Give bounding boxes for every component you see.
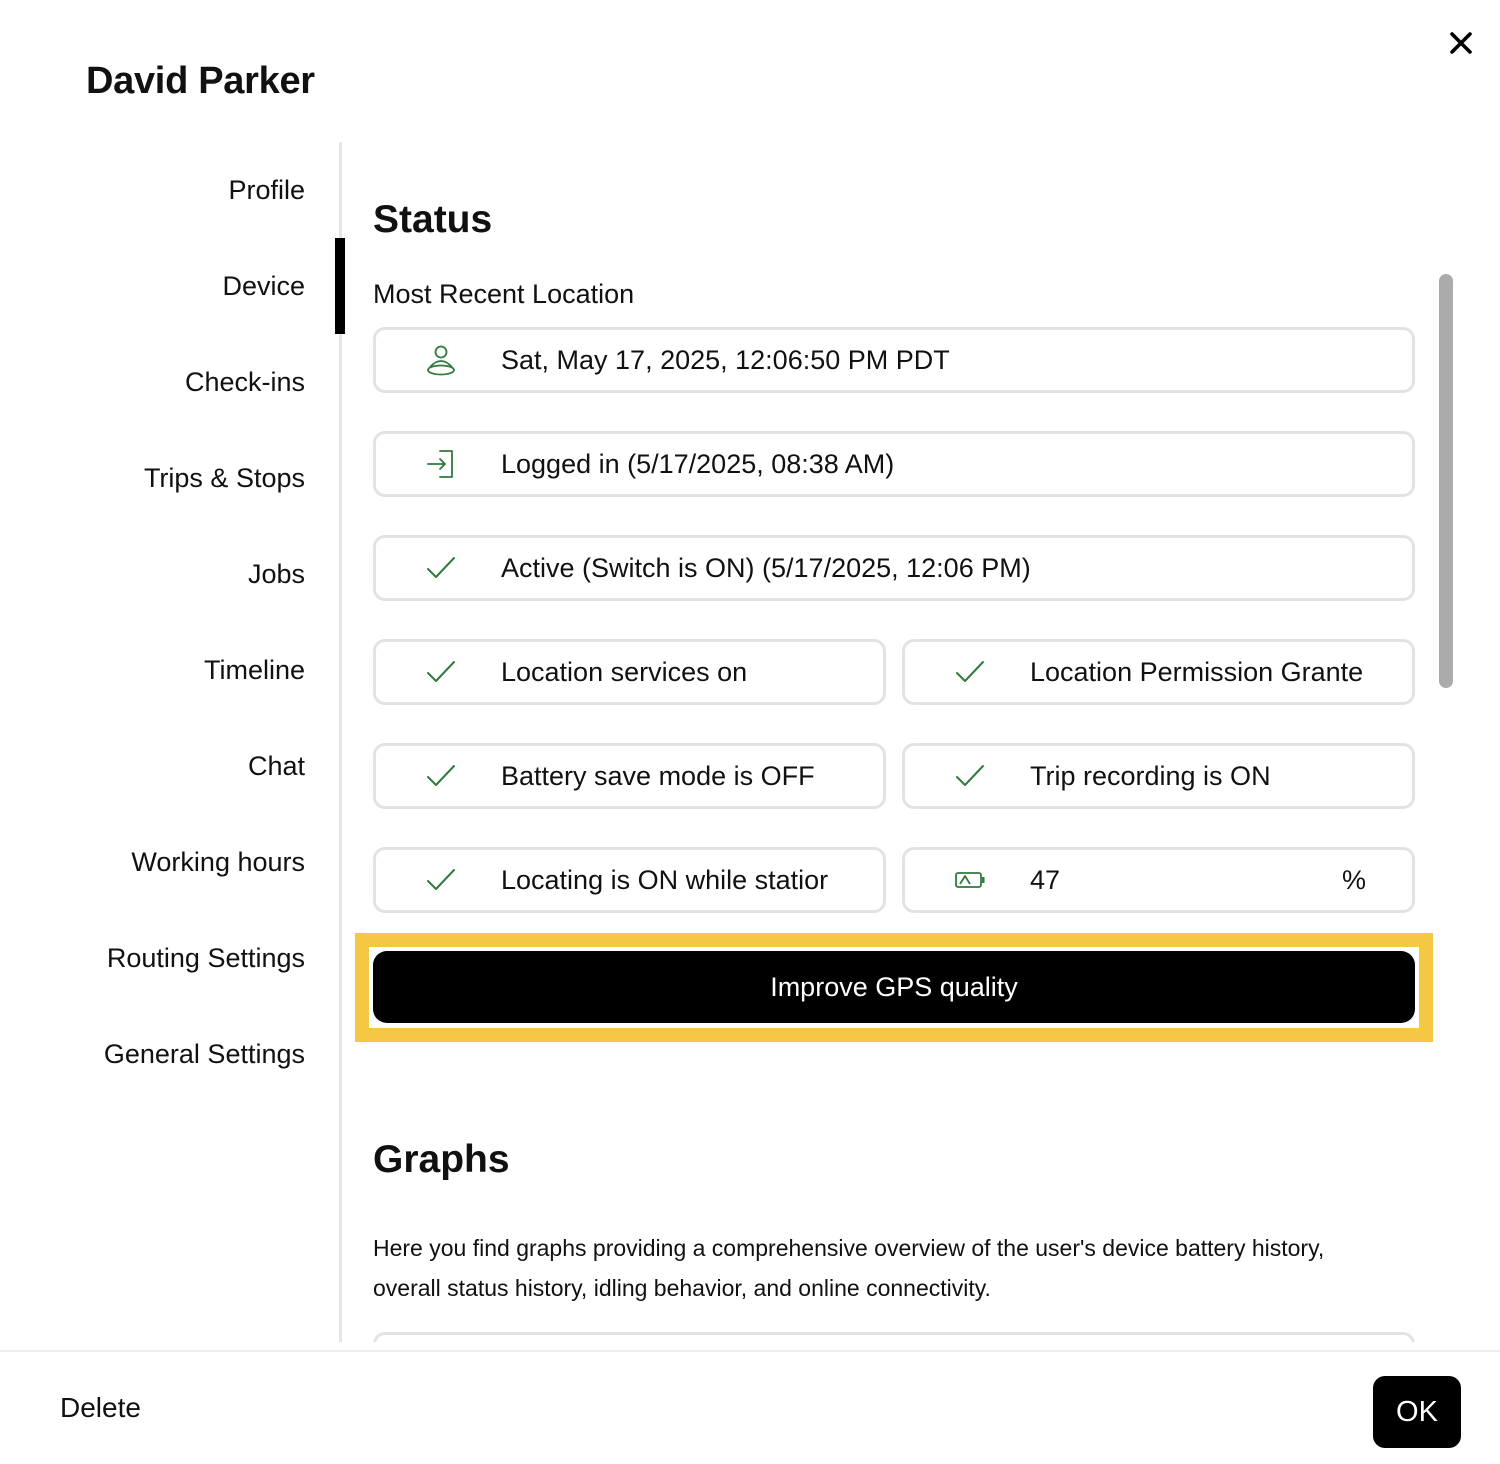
graphs-description: Here you find graphs providing a compreh… bbox=[373, 1235, 1325, 1301]
ok-button[interactable]: OK bbox=[1373, 1376, 1461, 1448]
active-status-card: Active (Switch is ON) (5/17/2025, 12:06 … bbox=[373, 535, 1415, 601]
locating-stationary-text: Locating is ON while statior bbox=[501, 864, 829, 895]
battery-level-card: 47 % bbox=[902, 847, 1415, 913]
location-permission-card: Location Permission Grante bbox=[902, 639, 1415, 705]
check-icon bbox=[424, 759, 458, 793]
battery-level-value: 47 bbox=[1030, 864, 1061, 895]
check-icon bbox=[424, 863, 458, 897]
most-recent-location-label: Most Recent Location bbox=[373, 279, 635, 309]
login-icon bbox=[424, 447, 458, 481]
scrollbar[interactable] bbox=[1436, 272, 1456, 692]
last-location-card: Sat, May 17, 2025, 12:06:50 PM PDT bbox=[373, 327, 1415, 393]
last-location-text: Sat, May 17, 2025, 12:06:50 PM PDT bbox=[501, 344, 950, 375]
sidebar-item-timeline[interactable]: Timeline bbox=[5, 622, 305, 718]
logged-in-text: Logged in (5/17/2025, 08:38 AM) bbox=[501, 448, 895, 479]
device-panel: Status Most Recent Location Sat, May 17,… bbox=[373, 142, 1415, 1342]
location-permission-text: Location Permission Grante bbox=[1030, 656, 1364, 687]
check-icon bbox=[424, 655, 458, 689]
battery-save-text: Battery save mode is OFF bbox=[501, 760, 815, 791]
locating-stationary-card: Locating is ON while statior bbox=[373, 847, 886, 913]
location-services-card: Location services on bbox=[373, 639, 886, 705]
trip-recording-card: Trip recording is ON bbox=[902, 743, 1415, 809]
sidebar-item-device[interactable]: Device bbox=[5, 238, 345, 334]
person-location-icon bbox=[424, 343, 458, 377]
active-status-text: Active (Switch is ON) (5/17/2025, 12:06 … bbox=[501, 552, 1031, 583]
sidebar-item-general-settings[interactable]: General Settings bbox=[5, 1006, 305, 1102]
sidebar-item-trips-stops[interactable]: Trips & Stops bbox=[5, 430, 305, 526]
delete-button[interactable]: Delete bbox=[60, 1392, 141, 1424]
sidebar-item-routing-settings[interactable]: Routing Settings bbox=[5, 910, 305, 1006]
status-heading: Status bbox=[373, 198, 493, 241]
graphs-heading: Graphs bbox=[373, 1138, 510, 1181]
scrollbar-thumb[interactable] bbox=[1439, 274, 1453, 688]
sidebar-item-chat[interactable]: Chat bbox=[5, 718, 305, 814]
battery-icon bbox=[953, 863, 987, 897]
check-icon bbox=[953, 655, 987, 689]
sidebar-item-working-hours[interactable]: Working hours bbox=[5, 814, 305, 910]
logged-in-card: Logged in (5/17/2025, 08:38 AM) bbox=[373, 431, 1415, 497]
check-icon bbox=[953, 759, 987, 793]
graph-card bbox=[373, 1332, 1415, 1342]
sidebar-nav: Profile Device Check-ins Trips & Stops J… bbox=[0, 142, 345, 1342]
user-dialog: David Parker Profile Device Check-ins Tr… bbox=[0, 0, 1500, 1464]
sidebar-item-jobs[interactable]: Jobs bbox=[5, 526, 305, 622]
trip-recording-text: Trip recording is ON bbox=[1030, 760, 1271, 791]
battery-save-card: Battery save mode is OFF bbox=[373, 743, 886, 809]
battery-level-unit: % bbox=[1341, 864, 1366, 895]
dialog-title: David Parker bbox=[86, 60, 315, 102]
improve-gps-quality-button[interactable]: Improve GPS quality bbox=[373, 951, 1415, 1023]
close-button[interactable] bbox=[1440, 22, 1482, 64]
close-icon bbox=[1450, 32, 1472, 54]
location-services-text: Location services on bbox=[501, 656, 748, 687]
sidebar-item-profile[interactable]: Profile bbox=[5, 142, 305, 238]
sidebar-item-check-ins[interactable]: Check-ins bbox=[5, 334, 305, 430]
dialog-footer: Delete OK bbox=[0, 1350, 1500, 1464]
check-icon bbox=[424, 551, 458, 585]
